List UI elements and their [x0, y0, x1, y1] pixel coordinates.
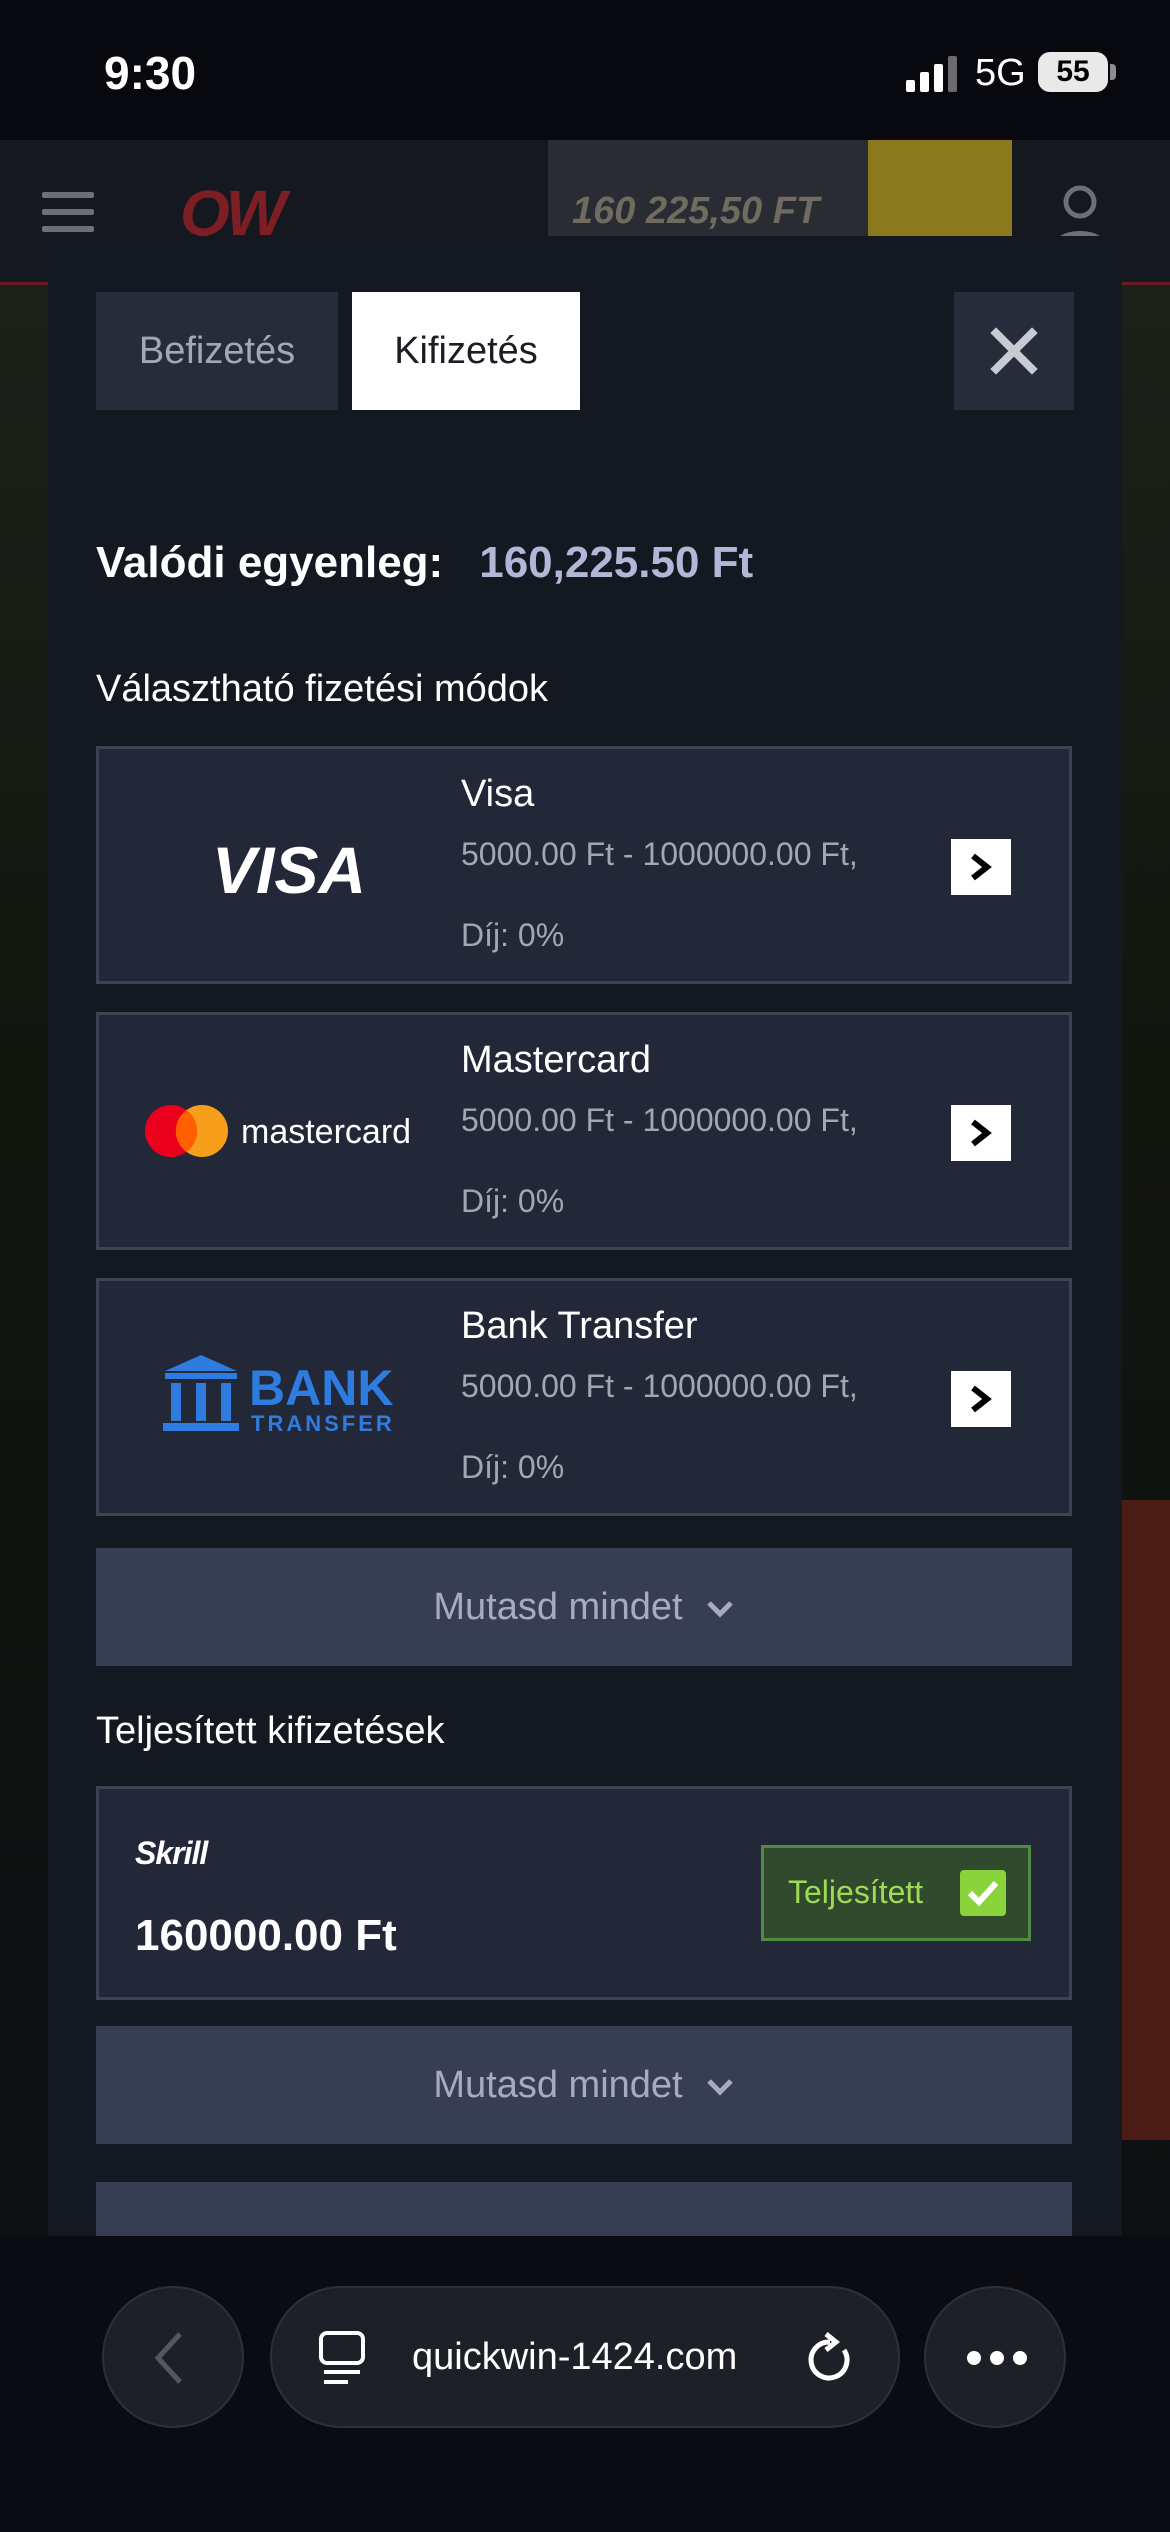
withdrawal-amount: 160000.00 Ft [135, 1911, 397, 1960]
chevron-right-icon [971, 1119, 992, 1147]
chevron-down-icon [706, 1601, 733, 1618]
browser-toolbar: quickwin-1424.com [0, 2236, 1170, 2532]
method-limits: 5000.00 Ft - 1000000.00 Ft, [461, 1102, 858, 1138]
method-name: Bank Transfer [461, 1305, 698, 1347]
signal-icon [906, 56, 957, 92]
status-bar: 9:30 5G 55 [0, 0, 1170, 140]
address-bar[interactable]: quickwin-1424.com [270, 2286, 900, 2428]
completed-withdrawal-item: Skrill 160000.00 Ft Teljesített [96, 1786, 1072, 2000]
network-type: 5G [975, 52, 1026, 94]
status-label: Teljesített [788, 1874, 924, 1910]
payment-method-visa[interactable]: VISA Visa 5000.00 Ft - 1000000.00 Ft, Dí… [96, 746, 1072, 984]
withdrawal-modal: Befizetés Kifizetés Valódi egyenleg: 160,… [48, 236, 1122, 2236]
status-badge: Teljesített [761, 1845, 1031, 1941]
method-fee: Díj: 0% [461, 917, 565, 953]
close-button[interactable] [954, 292, 1074, 410]
svg-text:TRANSFER: TRANSFER [251, 1411, 395, 1436]
page-menu-icon [319, 2331, 365, 2384]
hamburger-menu-icon[interactable] [42, 192, 94, 232]
partially-visible-section [96, 2182, 1072, 2236]
chevron-down-icon [706, 2079, 733, 2096]
show-all-label: Mutasd mindet [433, 2064, 683, 2106]
real-balance-label: Valódi egyenleg: [96, 538, 444, 587]
back-button[interactable] [102, 2286, 244, 2428]
payment-method-mastercard[interactable]: mastercard Mastercard 5000.00 Ft - 10000… [96, 1012, 1072, 1250]
show-all-label: Mutasd mindet [433, 1586, 683, 1628]
bank-transfer-logo: BANK TRANSFER [163, 1355, 395, 1436]
chevron-right-icon [971, 1385, 992, 1413]
svg-text:BANK: BANK [249, 1360, 393, 1416]
status-time: 9:30 [104, 47, 197, 99]
payment-methods-title: Választható fizetési módok [96, 668, 549, 710]
completed-withdrawals-title: Teljesített kifizetések [96, 1710, 445, 1752]
select-mastercard-button[interactable] [951, 1105, 1011, 1161]
method-name: Visa [461, 773, 535, 815]
select-visa-button[interactable] [951, 839, 1011, 895]
chevron-left-icon [154, 2332, 182, 2384]
header-balance-value: 160 225,50 FT [572, 190, 820, 232]
select-bank-transfer-button[interactable] [951, 1371, 1011, 1427]
more-options-button[interactable] [924, 2286, 1066, 2428]
payment-method-bank-transfer[interactable]: BANK TRANSFER Bank Transfer 5000.00 Ft -… [96, 1278, 1072, 1516]
background-game-thumbnail [1118, 1500, 1170, 2140]
method-limits: 5000.00 Ft - 1000000.00 Ft, [461, 836, 858, 872]
mastercard-logo: mastercard [145, 1105, 411, 1157]
method-fee: Díj: 0% [461, 1183, 565, 1219]
tab-withdraw[interactable]: Kifizetés [352, 292, 580, 410]
checkmark-icon [960, 1870, 1006, 1916]
show-all-completed-button[interactable]: Mutasd mindet [96, 2026, 1072, 2144]
chevron-right-icon [971, 853, 992, 881]
svg-text:mastercard: mastercard [241, 1113, 411, 1151]
show-all-methods-button[interactable]: Mutasd mindet [96, 1548, 1072, 1666]
real-balance-value: 160,225.50 Ft [479, 538, 754, 587]
svg-text:VISA: VISA [212, 833, 366, 907]
url-text: quickwin-1424.com [412, 2336, 738, 2378]
method-limits: 5000.00 Ft - 1000000.00 Ft, [461, 1368, 858, 1404]
battery-tip [1110, 64, 1116, 80]
method-name: Mastercard [461, 1039, 652, 1081]
visa-logo: VISA [212, 833, 366, 907]
more-horizontal-icon [967, 2351, 1027, 2365]
skrill-logo: Skrill [135, 1835, 208, 1871]
reload-icon[interactable] [804, 2330, 856, 2386]
battery-icon: 55 [1038, 52, 1108, 92]
close-icon [990, 327, 1038, 375]
tab-deposit[interactable]: Befizetés [96, 292, 338, 410]
real-balance: Valódi egyenleg: 160,225.50 Ft [96, 538, 753, 588]
method-fee: Díj: 0% [461, 1449, 565, 1485]
